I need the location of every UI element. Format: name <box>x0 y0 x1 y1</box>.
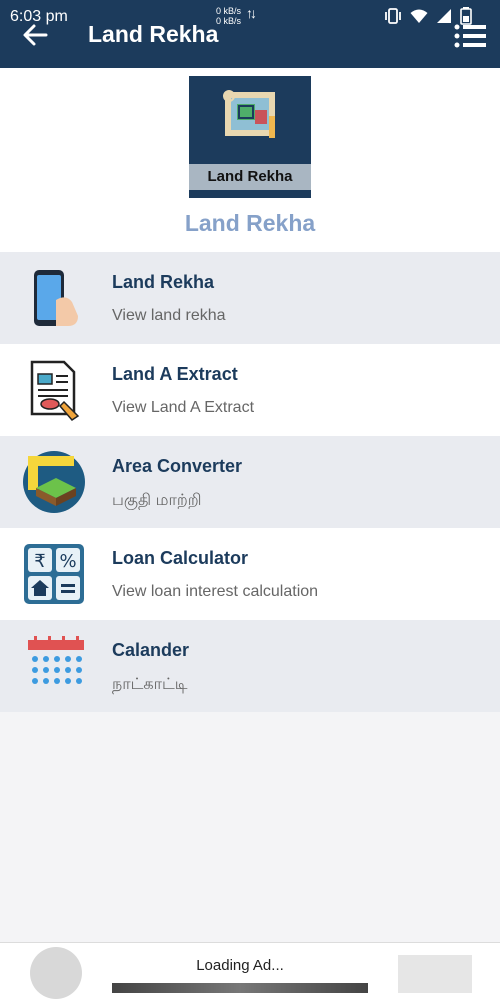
menu-item-subtitle: View Land A Extract <box>112 399 255 416</box>
menu-item-subtitle: பகுதி மாற்றி <box>112 492 202 509</box>
network-speed: 0 kB/s 0 kB/s <box>216 6 241 26</box>
app-bar-title: Land Rekha <box>88 21 219 47</box>
app-logo: Land Rekha <box>189 76 311 198</box>
app-header: Land Rekha Land Rekha <box>0 68 500 252</box>
area-land-icon <box>23 451 85 513</box>
menu-list-icon[interactable] <box>454 24 486 48</box>
menu-item-title: Land Rekha <box>112 272 215 292</box>
net-up-speed: 0 kB/s <box>216 6 242 16</box>
menu-item-subtitle: நாட்காட்டி <box>112 676 188 693</box>
document-extract-icon <box>30 360 80 421</box>
menu-item-land-a-extract[interactable]: Land A Extract View Land A Extract <box>0 344 500 436</box>
svg-text:%: % <box>59 551 76 572</box>
menu-item-title: Area Converter <box>112 456 243 476</box>
menu-item-subtitle: View land rekha <box>112 307 226 324</box>
data-transfer-icon: ↑↓ <box>246 5 257 21</box>
menu-item-title: Loan Calculator <box>112 548 249 568</box>
battery-icon <box>460 7 472 25</box>
menu-item-title: Calander <box>112 640 190 660</box>
ad-loading-bar <box>112 983 368 993</box>
menu-item-title: Land A Extract <box>112 364 238 384</box>
menu-list: Land Rekha View land rekha Land A Extrac… <box>0 252 500 712</box>
phone-hand-icon <box>34 270 78 326</box>
svg-text:₹: ₹ <box>34 551 45 572</box>
land-map-icon <box>223 90 275 138</box>
ad-placeholder-box <box>398 955 472 993</box>
back-arrow-icon[interactable] <box>20 20 50 50</box>
signal-icon <box>437 9 451 23</box>
vibrate-icon <box>385 8 401 24</box>
menu-item-land-rekha[interactable]: Land Rekha View land rekha <box>0 252 500 344</box>
net-down-speed: 0 kB/s <box>216 16 242 26</box>
menu-item-calendar[interactable]: Calander நாட்காட்டி <box>0 620 500 712</box>
menu-item-subtitle: View loan interest calculation <box>112 583 319 600</box>
ad-banner[interactable]: Loading Ad... <box>0 942 500 1001</box>
app-name-heading: Land Rekha <box>184 210 316 236</box>
calculator-icon: ₹ % <box>24 544 84 604</box>
status-icons <box>384 7 472 25</box>
menu-item-area-converter[interactable]: Area Converter பகுதி மாற்றி <box>0 436 500 528</box>
menu-item-loan-calculator[interactable]: ₹ % Loan Calculator View loan interest c… <box>0 528 500 620</box>
logo-label: Land Rekha <box>189 164 311 190</box>
app-bar: 6:03 pm 0 kB/s 0 kB/s ↑↓ Land Rekha <box>0 0 500 68</box>
calendar-icon <box>28 636 84 684</box>
wifi-icon <box>410 9 428 23</box>
